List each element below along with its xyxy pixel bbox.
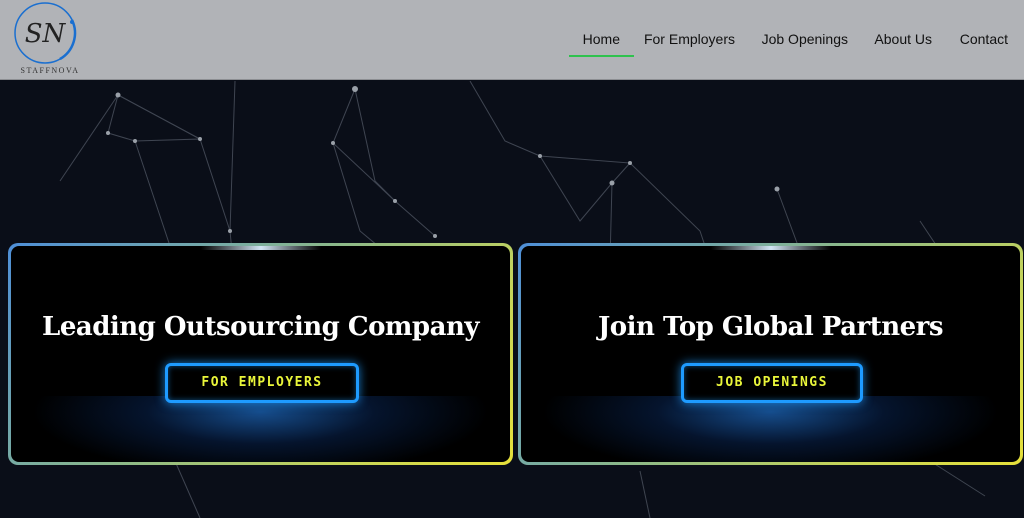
employers-card: Leading Outsourcing Company FOR EMPLOYER… (8, 243, 513, 465)
logo-wordmark: STAFFNOVA (20, 66, 80, 75)
for-employers-button[interactable]: FOR EMPLOYERS (165, 363, 359, 403)
card-top-glow (710, 246, 831, 250)
svg-text:SN: SN (25, 19, 67, 49)
card-top-glow (200, 246, 321, 250)
job-openings-button[interactable]: JOB OPENINGS (681, 363, 863, 403)
logo-emblem: SN (14, 2, 77, 64)
card-floor-glow (541, 396, 1000, 462)
card-floor-glow (31, 396, 490, 462)
nav-job-openings[interactable]: Job Openings (762, 31, 848, 47)
employers-card-body: Leading Outsourcing Company FOR EMPLOYER… (11, 246, 510, 462)
nav-contact[interactable]: Contact (960, 31, 1008, 47)
site-header: SN STAFFNOVA Home For Employers Job Open… (0, 0, 1024, 80)
job-seekers-card-title: Join Top Global Partners (598, 312, 943, 342)
nav-for-employers[interactable]: For Employers (644, 31, 735, 47)
staffnova-logo[interactable]: SN STAFFNOVA (12, 0, 86, 80)
nav-about-us[interactable]: About Us (874, 31, 932, 47)
employers-card-title: Leading Outsourcing Company (42, 312, 479, 342)
job-seekers-card: Join Top Global Partners JOB OPENINGS (518, 243, 1023, 465)
nav-home[interactable]: Home (568, 31, 635, 57)
job-seekers-card-body: Join Top Global Partners JOB OPENINGS (521, 246, 1020, 462)
